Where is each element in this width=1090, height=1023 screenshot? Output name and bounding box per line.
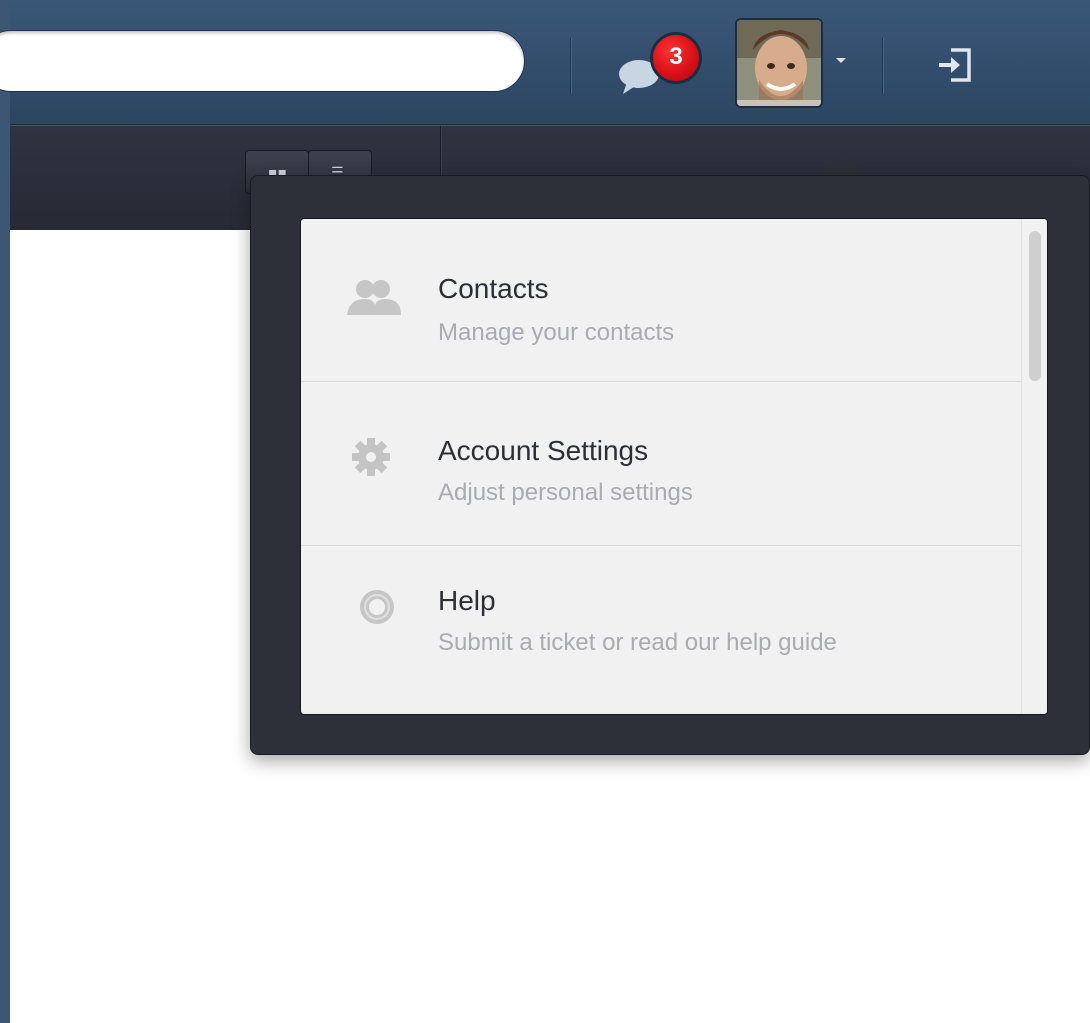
gear-icon xyxy=(343,435,403,479)
menu-item-help[interactable]: Help Submit a ticket or read our help gu… xyxy=(301,547,1021,710)
menu-item-title: Account Settings xyxy=(438,435,649,466)
dropdown-pointer xyxy=(818,151,866,176)
toolbar-divider xyxy=(570,38,572,94)
avatar[interactable] xyxy=(735,18,823,108)
menu-item-title: Help xyxy=(438,585,496,616)
search-input[interactable] xyxy=(0,30,525,92)
dropdown-panel: Contacts Manage your contacts Account Se… xyxy=(300,218,1048,715)
top-navigation-bar xyxy=(0,0,1090,125)
menu-item-title: Contacts xyxy=(438,273,549,304)
menu-item-account-settings[interactable]: Account Settings Adjust personal setting… xyxy=(301,383,1021,546)
menu-item-description: Adjust personal settings xyxy=(438,479,693,506)
messages-badge: 3 xyxy=(650,32,702,84)
toolbar-divider xyxy=(882,38,884,94)
sign-in-icon[interactable] xyxy=(935,46,975,89)
user-photo xyxy=(737,20,821,106)
user-menu-caret-icon[interactable] xyxy=(836,58,846,63)
scrollbar-thumb[interactable] xyxy=(1029,231,1041,381)
menu-item-description: Submit a ticket or read our help guide xyxy=(438,629,837,656)
menu-item-description: Manage your contacts xyxy=(438,319,675,346)
menu-item-contacts[interactable]: Contacts Manage your contacts xyxy=(301,219,1021,382)
lifebuoy-icon xyxy=(343,585,403,629)
left-sidebar-edge xyxy=(0,0,10,1023)
contacts-icon xyxy=(343,277,403,321)
